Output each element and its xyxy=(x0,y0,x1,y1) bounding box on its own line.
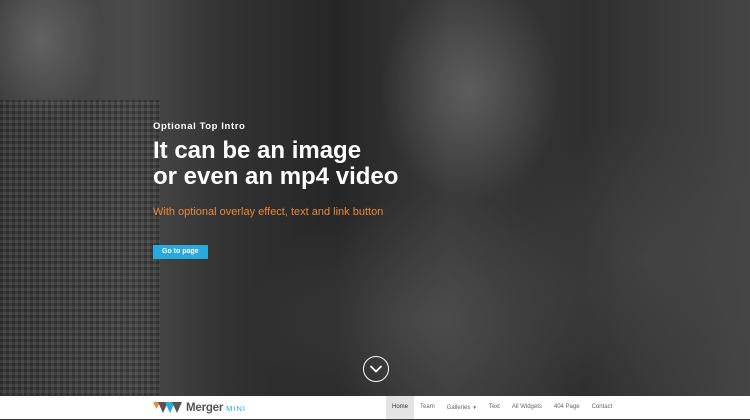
chevron-down-icon xyxy=(370,365,382,373)
hero-headline: It can be an image or even an mp4 video xyxy=(153,138,573,190)
nav-item-all-widgets[interactable]: All Widgets xyxy=(506,396,548,419)
nav-item-label: Home xyxy=(392,404,409,410)
hero-headline-line-1: It can be an image xyxy=(153,137,362,164)
merger-logo-icon xyxy=(153,402,182,413)
nav-item-label: Team xyxy=(420,404,435,410)
nav-item-text[interactable]: Text xyxy=(483,396,506,419)
nav-item-label: All Widgets xyxy=(511,404,542,410)
navbar: Merger MINI Home Team Galleries ▼ Text Al… xyxy=(0,396,750,419)
scroll-down-button[interactable] xyxy=(363,356,389,382)
nav-item-contact[interactable]: Contact xyxy=(586,396,619,419)
nav-item-home[interactable]: Home xyxy=(386,396,415,419)
nav-item-label: Text xyxy=(488,404,500,410)
brand-logo[interactable]: Merger MINI xyxy=(153,401,246,415)
nav-item-label: Contact xyxy=(591,404,613,410)
hero-subline: With optional overlay effect, text and l… xyxy=(153,206,384,218)
hero-headline-line-2: or even an mp4 video xyxy=(153,163,399,190)
nav-item-404-page[interactable]: 404 Page xyxy=(548,396,586,419)
go-to-page-button[interactable]: Go to page xyxy=(153,245,208,259)
brand-suffix: MINI xyxy=(226,403,246,413)
nav-item-label: Galleries xyxy=(446,405,471,411)
caret-down-icon: ▼ xyxy=(472,405,477,410)
hero-intro: Optional Top Intro xyxy=(153,121,246,132)
main-menu: Home Team Galleries ▼ Text All Widgets 40… xyxy=(386,396,618,419)
brand-name: Merger xyxy=(186,402,224,414)
nav-item-label: 404 Page xyxy=(553,404,580,410)
nav-item-galleries[interactable]: Galleries ▼ xyxy=(441,396,483,419)
hero-background: Optional Top Intro It can be an image or… xyxy=(0,0,750,396)
nav-item-team[interactable]: Team xyxy=(414,396,441,419)
